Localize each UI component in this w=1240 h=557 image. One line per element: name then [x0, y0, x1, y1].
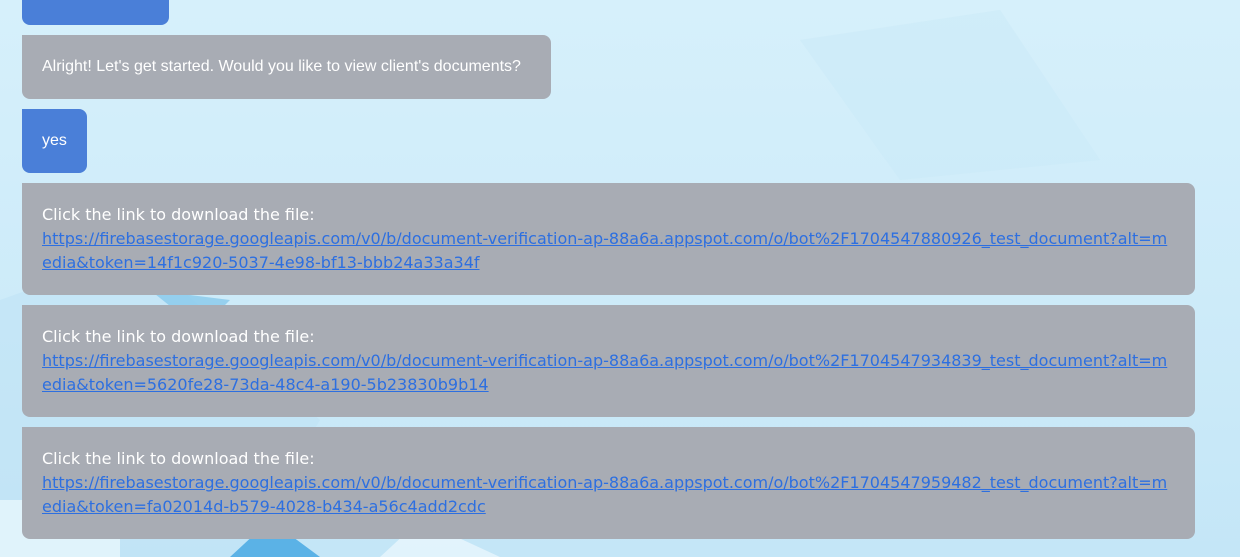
user-message — [22, 0, 169, 25]
download-prompt: Click the link to download the file: — [42, 205, 315, 224]
bot-message: Alright! Let's get started. Would you li… — [22, 35, 551, 99]
file-download-link[interactable]: https://firebasestorage.googleapis.com/v… — [42, 471, 1175, 519]
file-download-message: Click the link to download the file: htt… — [22, 183, 1195, 295]
file-download-message: Click the link to download the file: htt… — [22, 305, 1195, 417]
download-prompt: Click the link to download the file: — [42, 449, 315, 468]
user-message-text: yes — [42, 132, 67, 149]
file-download-message: Click the link to download the file: htt… — [22, 427, 1195, 539]
file-download-link[interactable]: https://firebasestorage.googleapis.com/v… — [42, 349, 1175, 397]
bot-message-text: Alright! Let's get started. Would you li… — [42, 58, 521, 75]
download-prompt: Click the link to download the file: — [42, 327, 315, 346]
file-download-link[interactable]: https://firebasestorage.googleapis.com/v… — [42, 227, 1175, 275]
user-message: yes — [22, 109, 87, 173]
